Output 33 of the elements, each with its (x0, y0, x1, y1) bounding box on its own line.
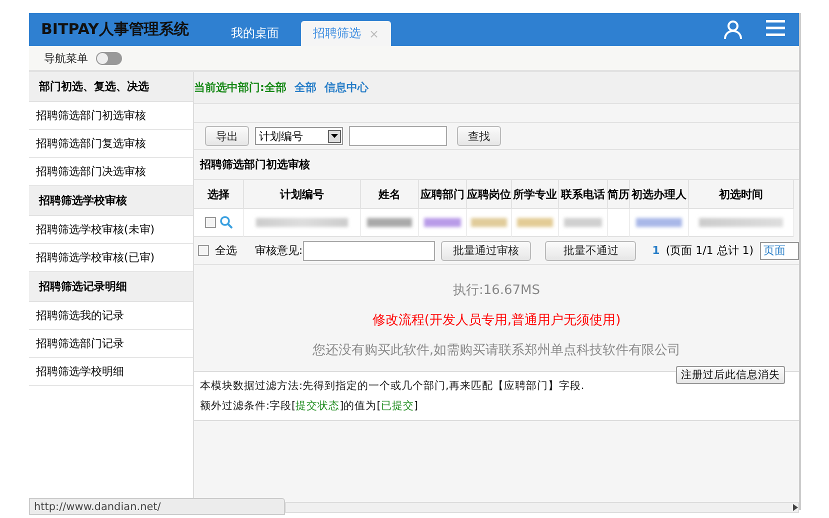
status-url: http://www.dandian.net/ (29, 498, 285, 515)
sidebar-group-header[interactable]: 部门初选、复选、决选 (29, 72, 193, 102)
info-text: 额外过滤条件:字段[提交状态]的值为[已提交] (200, 399, 419, 414)
breadcrumb-link[interactable]: 全部 (294, 80, 316, 95)
breadcrumb-link[interactable]: 信息中心 (324, 80, 368, 95)
page-dropdown[interactable]: 页面 (760, 242, 799, 260)
sidebar-group-header[interactable]: 招聘筛选学校审核 (29, 186, 193, 216)
search-button[interactable]: 查找 (457, 126, 501, 146)
current-department: 当前选中部门:全部 (194, 80, 286, 95)
page-info: (页面 1/1 总计 1) (666, 243, 754, 258)
sidebar-group-header[interactable]: 招聘筛选记录明细 (29, 272, 193, 302)
tab[interactable]: 我的桌面 (219, 21, 291, 46)
field-dropdown[interactable]: 计划编号 (255, 127, 343, 145)
page-link[interactable]: 1 (652, 244, 660, 257)
notice-text: 您还没有购买此软件,如需购买请联系郑州单点科技软件有限公司 (311, 342, 682, 359)
comment-label: 审核意见: (254, 243, 303, 258)
table-title: 招聘筛选部门初选审核 (194, 150, 799, 180)
notice-text: 执行:16.67MS (452, 282, 542, 299)
export-button[interactable]: 导出 (205, 126, 249, 146)
register-button[interactable]: 注册过后此信息消失 (676, 366, 785, 384)
app-title: BITPAY人事管理系统 (41, 20, 190, 39)
sidebar-item[interactable]: 招聘筛选学校审核(未审) (29, 216, 193, 244)
nav-menu-label: 导航菜单 (44, 50, 88, 66)
sidebar-item[interactable]: 招聘筛选学校明细 (29, 358, 193, 386)
sidebar-item[interactable]: 招聘筛选部门复选审核 (29, 130, 193, 158)
alert-text: 修改流程(开发人员专用,普通用户无须使用) (371, 312, 622, 329)
approve-button[interactable]: 批量通过审核 (440, 240, 532, 260)
sidebar-item[interactable]: 招聘筛选部门记录 (29, 330, 193, 358)
info-text: 本模块数据过滤方法:先得到指定的一个或几个部门,再来匹配【应聘部门】字段. (200, 379, 586, 394)
sidebar-item[interactable]: 招聘筛选我的记录 (29, 302, 193, 330)
reject-button[interactable]: 批量不通过 (545, 240, 636, 260)
sidebar-item[interactable]: 招聘筛选部门初选审核 (29, 102, 193, 130)
select-all-label: 全选 (214, 243, 237, 258)
